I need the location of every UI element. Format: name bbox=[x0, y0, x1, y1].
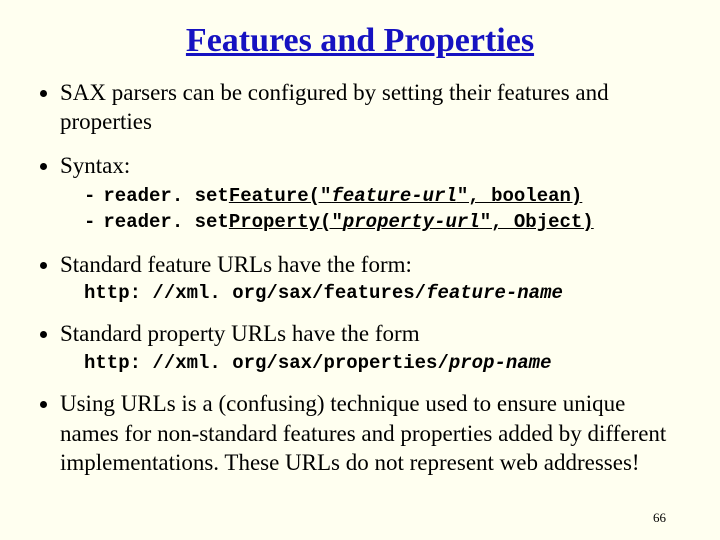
property-url-name: prop-name bbox=[449, 352, 552, 374]
bullet-3-text: Standard feature URLs have the form: bbox=[60, 252, 412, 277]
dash-icon: - bbox=[84, 185, 95, 207]
bullet-3-feature-url: Standard feature URLs have the form: htt… bbox=[60, 250, 686, 306]
syntax-block: -reader. setFeature("feature-url", boole… bbox=[84, 184, 686, 235]
code-1-arg: feature-url bbox=[331, 185, 456, 207]
bullet-2-text: Syntax: bbox=[60, 153, 130, 178]
code-2-pre: reader. set bbox=[103, 211, 228, 233]
code-2-post: ", Object) bbox=[480, 211, 594, 233]
code-1-post: ", boolean) bbox=[457, 185, 582, 207]
property-url-template: http: //xml. org/sax/properties/prop-nam… bbox=[84, 351, 686, 375]
slide: Features and Properties SAX parsers can … bbox=[0, 0, 720, 540]
feature-url-name: feature-name bbox=[426, 282, 563, 304]
code-line-2: -reader. setProperty("property-url", Obj… bbox=[84, 210, 686, 236]
slide-title: Features and Properties bbox=[34, 22, 686, 60]
bullet-5: Using URLs is a (confusing) technique us… bbox=[60, 389, 686, 477]
bullet-2-syntax: Syntax: -reader. setFeature("feature-url… bbox=[60, 151, 686, 236]
code-2-call: Property(" bbox=[229, 211, 343, 233]
feature-url-template: http: //xml. org/sax/features/feature-na… bbox=[84, 281, 686, 305]
bullet-1: SAX parsers can be configured by setting… bbox=[60, 78, 686, 137]
code-1-call: Feature(" bbox=[229, 185, 332, 207]
bullet-4-text: Standard property URLs have the form bbox=[60, 321, 420, 346]
code-2-arg: property-url bbox=[343, 211, 480, 233]
page-number: 66 bbox=[653, 510, 666, 526]
bullet-list: SAX parsers can be configured by setting… bbox=[38, 78, 686, 477]
code-1-pre: reader. set bbox=[103, 185, 228, 207]
code-line-1: -reader. setFeature("feature-url", boole… bbox=[84, 184, 686, 210]
bullet-4-property-url: Standard property URLs have the form htt… bbox=[60, 319, 686, 375]
dash-icon: - bbox=[84, 211, 95, 233]
property-url-prefix: http: //xml. org/sax/properties/ bbox=[84, 352, 449, 374]
feature-url-prefix: http: //xml. org/sax/features/ bbox=[84, 282, 426, 304]
